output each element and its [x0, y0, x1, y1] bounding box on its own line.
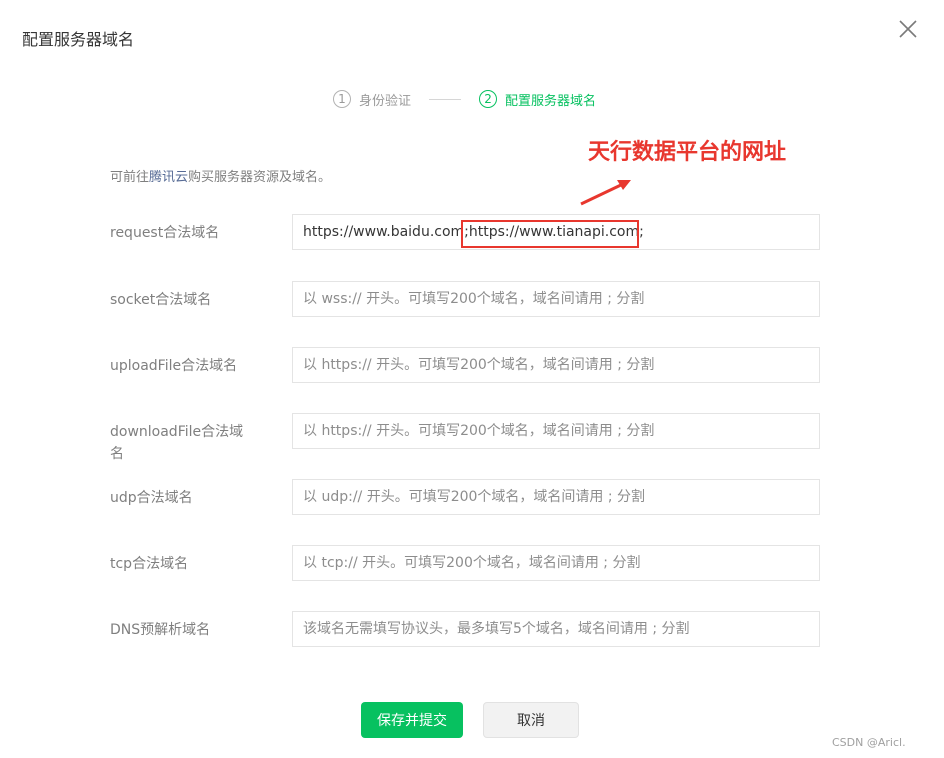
step-label: 身份验证 [359, 93, 412, 109]
annotation-arrow-icon [580, 180, 631, 206]
uploadfile-domain-input[interactable] [292, 347, 820, 383]
tencent-cloud-link[interactable]: 腾讯云 [149, 170, 188, 185]
step-configure-domain: 2 配置服务器域名 [479, 90, 596, 109]
annotation-text: 天行数据平台的网址 [588, 140, 787, 165]
step-number-circle: 2 [479, 90, 498, 108]
socket-domain-label: socket合法域名 [110, 292, 212, 308]
step-identity-verification: 1 身份验证 [333, 90, 411, 109]
step-label: 配置服务器域名 [505, 93, 597, 109]
request-domain-input[interactable] [292, 214, 820, 250]
watermark: CSDN @Aricl. [832, 736, 906, 749]
hint-prefix: 可前往 [110, 170, 150, 185]
close-icon [899, 20, 917, 38]
dialog-title: 配置服务器域名 [22, 30, 135, 49]
purchase-hint: 可前往腾讯云购买服务器资源及域名。 [110, 166, 331, 185]
tcp-domain-input[interactable] [292, 545, 820, 581]
dns-prefetch-domain-label: DNS预解析域名 [110, 622, 211, 638]
tcp-domain-label: tcp合法域名 [110, 556, 189, 572]
udp-domain-input[interactable] [292, 479, 820, 515]
step-indicator: 1 身份验证 2 配置服务器域名 [333, 88, 596, 110]
hint-suffix: 购买服务器资源及域名。 [188, 170, 332, 185]
socket-domain-input[interactable] [292, 281, 820, 317]
request-domain-label: request合法域名 [110, 225, 220, 241]
downloadfile-domain-label: downloadFile合法域名 [110, 424, 244, 462]
downloadfile-domain-input[interactable] [292, 413, 820, 449]
uploadfile-domain-label: uploadFile合法域名 [110, 358, 238, 374]
step-number-circle: 1 [333, 90, 351, 108]
dns-prefetch-domain-input[interactable] [292, 611, 820, 647]
step-connector [429, 98, 462, 100]
udp-domain-label: udp合法域名 [110, 490, 193, 506]
close-button[interactable] [896, 17, 920, 41]
cancel-button[interactable]: 取消 [483, 702, 579, 738]
save-submit-button[interactable]: 保存并提交 [361, 702, 463, 738]
